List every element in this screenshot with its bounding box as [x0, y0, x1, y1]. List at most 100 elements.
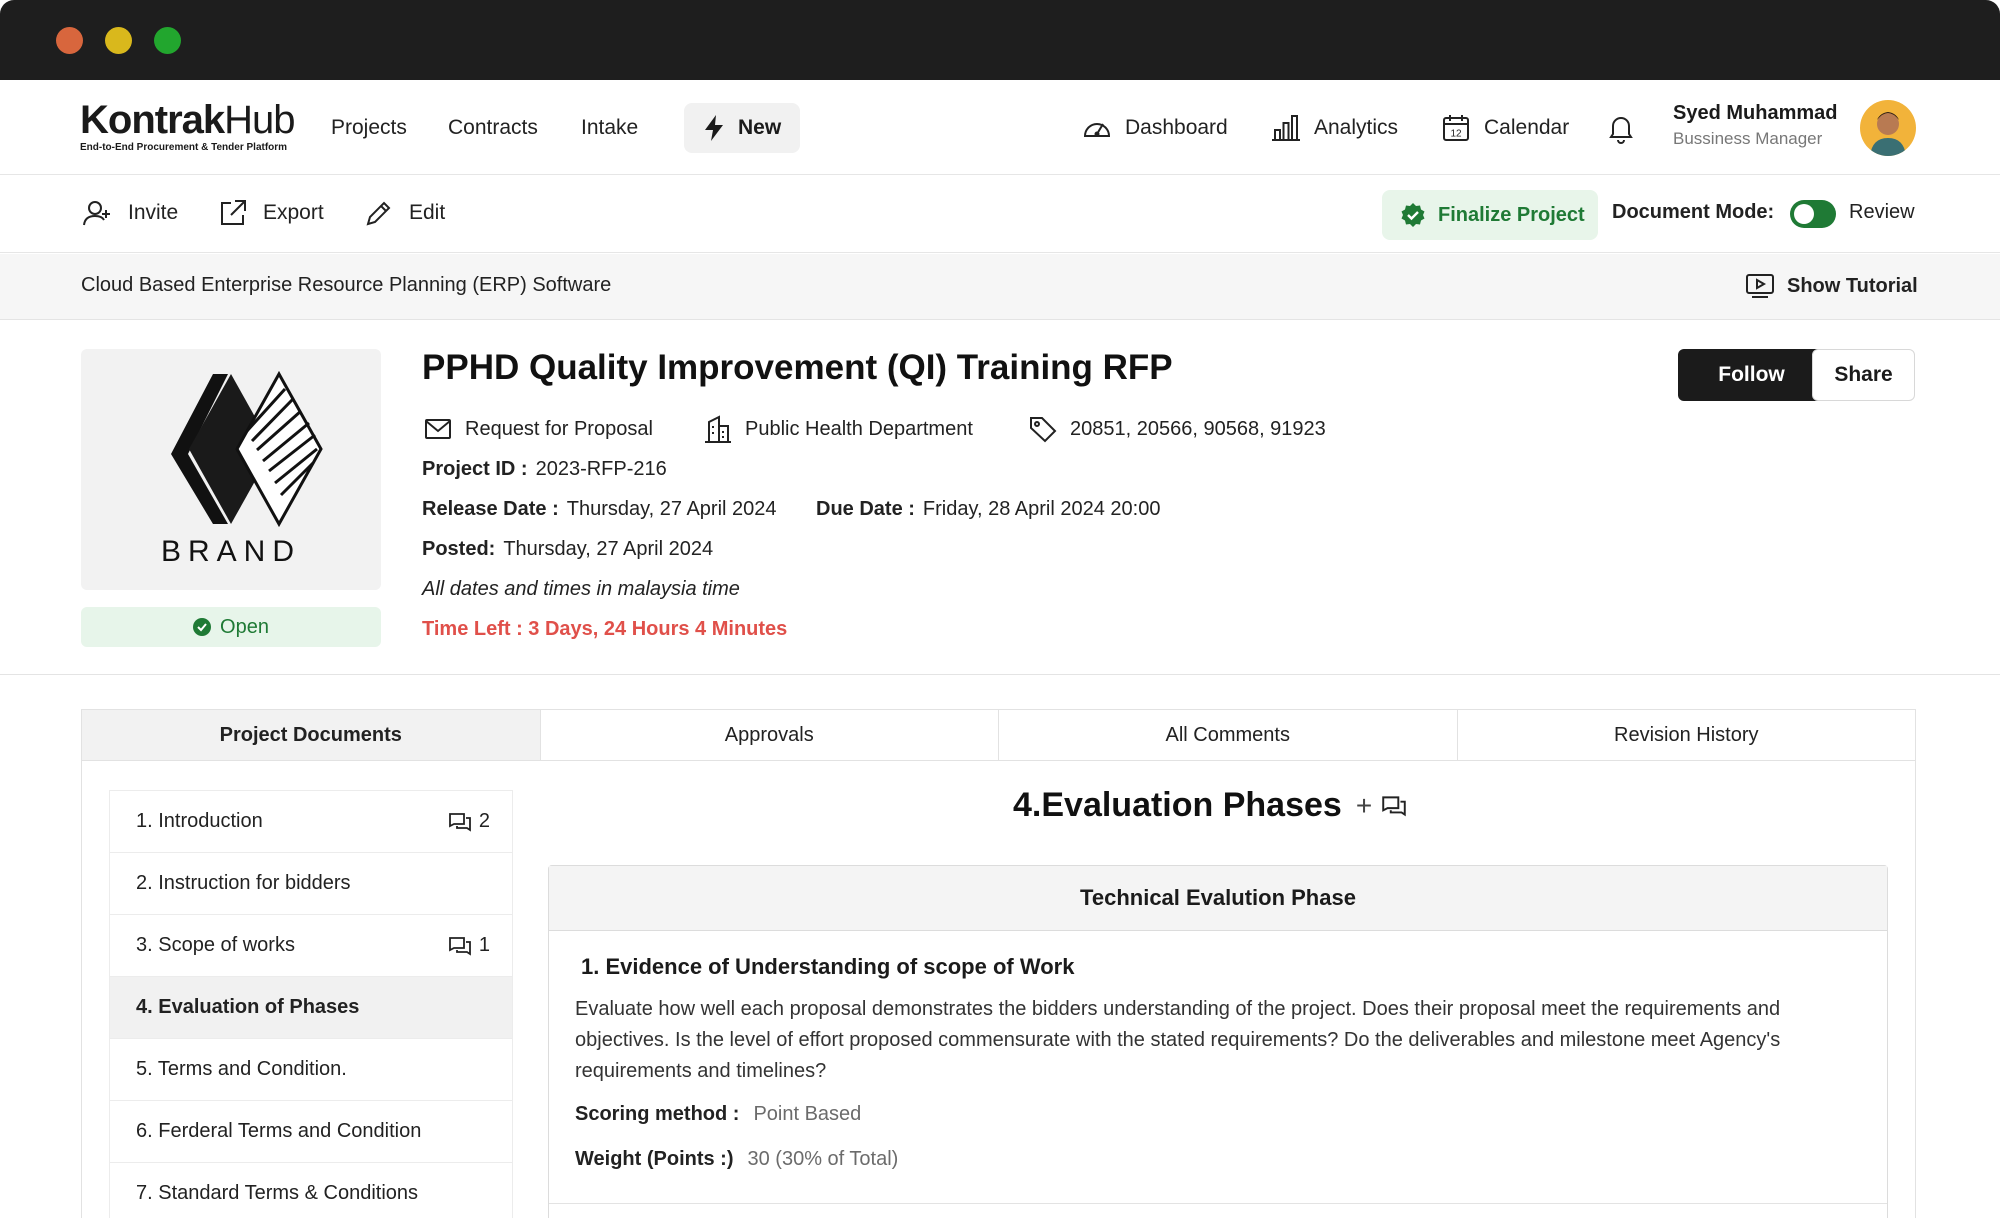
- mail-icon: [425, 419, 451, 439]
- check-circle-icon: [193, 618, 212, 636]
- project-id: Project ID : 2023-RFP-216: [422, 458, 667, 481]
- project-department-label: Public Health Department: [745, 417, 973, 440]
- lightning-icon: [705, 115, 723, 141]
- close-window-button[interactable]: [56, 27, 83, 54]
- user-info[interactable]: Syed Muhammad Bussiness Manager: [1673, 102, 1837, 149]
- document-tabs: Project Documents Approvals All Comments…: [81, 709, 1916, 761]
- due-date-label: Due Date :: [816, 498, 915, 520]
- tab-revision-history[interactable]: Revision History: [1458, 710, 1916, 760]
- nav-analytics[interactable]: Analytics: [1270, 112, 1398, 144]
- nav-analytics-label: Analytics: [1314, 116, 1399, 139]
- document-item-label: 3. Scope of works: [136, 934, 295, 956]
- user-role: Bussiness Manager: [1673, 129, 1823, 148]
- document-item-instruction-for-bidders[interactable]: 2. Instruction for bidders: [110, 853, 512, 915]
- bell-icon[interactable]: [1605, 112, 1637, 144]
- project-id-label: Project ID :: [422, 458, 528, 480]
- tab-project-documents[interactable]: Project Documents: [82, 710, 541, 760]
- minimize-window-button[interactable]: [105, 27, 132, 54]
- show-tutorial-button[interactable]: Show Tutorial: [1745, 272, 1918, 300]
- finalize-project-label: Finalize Project: [1438, 203, 1585, 226]
- new-button[interactable]: New: [684, 103, 800, 153]
- comment-count-value: 1: [478, 934, 490, 956]
- nav-dashboard-label: Dashboard: [1125, 116, 1228, 139]
- edit-label: Edit: [409, 201, 446, 224]
- scoring-method-value: Point Based: [753, 1103, 862, 1125]
- breadcrumb[interactable]: Cloud Based Enterprise Resource Planning…: [81, 274, 611, 297]
- bar-chart-icon: [1272, 115, 1300, 141]
- posted-date-value: Thursday, 27 April 2024: [503, 538, 714, 560]
- nav-calendar[interactable]: 12 Calendar: [1440, 112, 1569, 144]
- section-divider: [0, 674, 2000, 675]
- invite-label: Invite: [128, 201, 179, 224]
- criterion-description: Evaluate how well each proposal demonstr…: [575, 998, 1781, 1082]
- nav-dashboard[interactable]: Dashboard: [1081, 112, 1228, 144]
- document-mode-toggle[interactable]: [1790, 200, 1836, 228]
- document-item-label: 4. Evaluation of Phases: [136, 996, 360, 1018]
- scoring-method-label: Scoring method :: [575, 1103, 740, 1125]
- document-item-scope-of-works[interactable]: 3. Scope of works 1: [110, 915, 512, 977]
- timezone-note: All dates and times in malaysia time: [422, 578, 740, 600]
- logo-hub: Hub: [224, 98, 295, 142]
- section-title-text: 4.Evaluation Phases: [1013, 786, 1342, 824]
- calendar-icon-day: 12: [1450, 129, 1462, 140]
- document-mode-label: Document Mode:: [1612, 201, 1775, 223]
- logo-tagline: End-to-End Procurement & Tender Platform: [80, 142, 288, 153]
- due-date-value: Friday, 28 April 2024 20:00: [922, 498, 1161, 520]
- document-item-label: 7. Standard Terms & Conditions: [136, 1182, 419, 1204]
- external-link-icon: [221, 200, 246, 225]
- nav-contracts[interactable]: Contracts: [448, 115, 538, 141]
- tab-approvals[interactable]: Approvals: [541, 710, 999, 760]
- weight-points-value: 30 (30% of Total): [747, 1148, 899, 1170]
- project-type-label: Request for Proposal: [465, 417, 653, 440]
- document-item-standard-terms[interactable]: 7. Standard Terms & Conditions: [110, 1163, 512, 1218]
- section-title: 4.Evaluation Phases +: [1013, 786, 1408, 825]
- logo-main: Kontrak: [80, 98, 225, 142]
- comments-icon[interactable]: [1380, 792, 1408, 820]
- gauge-icon: [1083, 123, 1111, 137]
- document-item-introduction[interactable]: 1. Introduction 2: [110, 791, 512, 853]
- nav-projects[interactable]: Projects: [331, 115, 407, 141]
- breadcrumb-bar: Cloud Based Enterprise Resource Planning…: [0, 254, 2000, 320]
- comment-count-value: 2: [478, 810, 490, 832]
- weight-points-label: Weight (Points :): [575, 1148, 734, 1170]
- release-date: Release Date : Thursday, 27 April 2024: [422, 498, 777, 521]
- comments-icon: [448, 812, 471, 832]
- posted-date-label: Posted:: [422, 538, 496, 560]
- comment-count[interactable]: 2: [447, 809, 490, 835]
- brand-text: BRAND: [160, 535, 301, 568]
- project-department: Public Health Department: [703, 414, 973, 444]
- project-tags-label: 20851, 20566, 90568, 91923: [1070, 417, 1326, 440]
- follow-button[interactable]: Follow: [1678, 349, 1825, 401]
- edit-button[interactable]: Edit: [363, 197, 445, 229]
- status-label: Open: [220, 615, 269, 638]
- app-logo[interactable]: KontrakHub End-to-End Procurement & Tend…: [80, 100, 300, 156]
- toggle-knob: [1794, 204, 1814, 224]
- export-button[interactable]: Export: [217, 197, 324, 229]
- add-section-button[interactable]: +: [1356, 790, 1372, 822]
- invite-button[interactable]: Invite: [82, 197, 178, 229]
- evaluation-phase-card: Technical Evalution Phase 1. Evidence of…: [548, 865, 1888, 1218]
- nav-intake[interactable]: Intake: [581, 115, 638, 141]
- avatar[interactable]: [1860, 100, 1916, 156]
- avatar-person-icon: [1870, 112, 1906, 156]
- comment-count[interactable]: 1: [447, 933, 490, 959]
- document-item-label: 6. Ferderal Terms and Condition: [136, 1120, 422, 1142]
- release-date-value: Thursday, 27 April 2024: [566, 498, 777, 520]
- user-name: Syed Muhammad: [1673, 102, 1838, 124]
- finalize-project-button[interactable]: Finalize Project: [1382, 190, 1598, 240]
- window-titlebar: [0, 0, 2000, 80]
- document-item-label: 2. Instruction for bidders: [136, 872, 351, 894]
- maximize-window-button[interactable]: [154, 27, 181, 54]
- new-button-label: New: [738, 116, 782, 139]
- brand-logo-icon: [171, 370, 323, 528]
- export-label: Export: [263, 201, 324, 224]
- share-button[interactable]: Share: [1812, 349, 1915, 401]
- phase-title: Technical Evalution Phase: [549, 866, 1887, 931]
- document-item-federal-terms[interactable]: 6. Ferderal Terms and Condition: [110, 1101, 512, 1163]
- video-play-icon: [1746, 274, 1774, 298]
- verified-badge-icon: [1401, 203, 1425, 227]
- document-item-terms-and-condition[interactable]: 5. Terms and Condition.: [110, 1039, 512, 1101]
- tab-all-comments[interactable]: All Comments: [999, 710, 1458, 760]
- document-item-evaluation-of-phases[interactable]: 4. Evaluation of Phases: [110, 977, 512, 1039]
- weight-points: Weight (Points :) 30 (30% of Total): [575, 1148, 898, 1171]
